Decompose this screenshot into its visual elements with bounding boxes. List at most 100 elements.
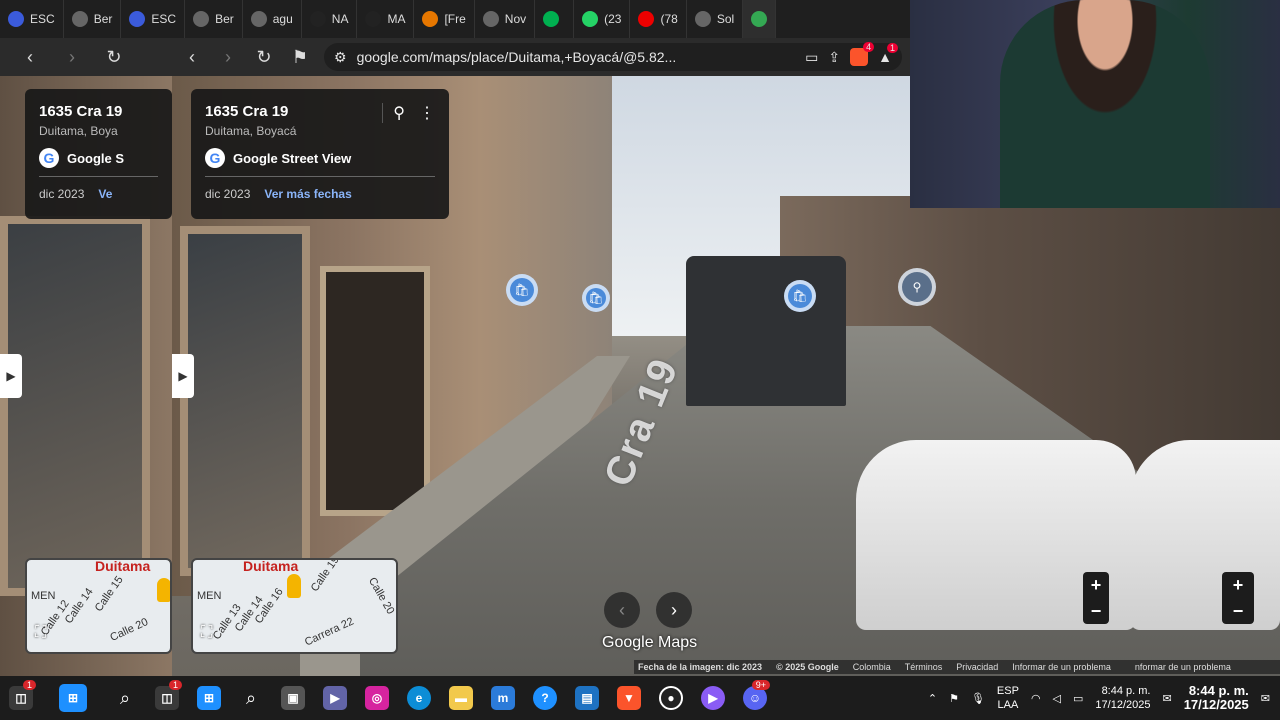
country-link[interactable]: Colombia — [853, 662, 891, 672]
tab-label: ESC — [151, 12, 177, 26]
zoom-in-button[interactable]: + — [1091, 575, 1102, 596]
notification-app-icon[interactable]: ◫ 1 — [0, 676, 42, 720]
more-dates-link[interactable]: Ve — [98, 187, 112, 201]
clock[interactable]: 8:44 p. m. 17/12/2025 — [1095, 684, 1150, 712]
discord-icon[interactable]: ☺ 9+ — [734, 676, 776, 720]
reload-button[interactable]: ↻ — [252, 45, 276, 69]
help-icon[interactable]: ? — [524, 676, 566, 720]
clock-duplicate[interactable]: 8:44 p. m. 17/12/2025 — [1184, 684, 1249, 712]
instagram-icon[interactable]: ◎ — [356, 676, 398, 720]
url-text: google.com/maps/place/Duitama,+Boyacá/@5… — [356, 49, 677, 65]
more-options-icon[interactable]: ⋮ — [419, 103, 435, 123]
collapse-panel-arrow-icon[interactable]: ▶ — [0, 354, 22, 398]
browser-tab[interactable]: [Fre — [414, 0, 475, 38]
tab-label: ESC — [30, 12, 55, 26]
media-player-icon[interactable]: ▶ — [692, 676, 734, 720]
webcam-person — [1000, 0, 1210, 208]
browser-tab[interactable]: ESC — [0, 0, 64, 38]
start-button-icon[interactable]: ⊞ — [42, 676, 104, 720]
browser-tab[interactable]: NA — [302, 0, 358, 38]
site-settings-icon[interactable]: ⚙ — [334, 49, 347, 66]
back-button[interactable]: ‹ — [180, 45, 204, 69]
pegman-icon[interactable] — [157, 578, 170, 602]
search-icon[interactable]: ⌕ — [230, 676, 272, 720]
shopping-marker-icon[interactable]: 🛍 — [506, 274, 538, 306]
brave-shields-icon[interactable]: 4 — [850, 42, 875, 66]
tab-label: agu — [272, 12, 293, 26]
tab-favicon-icon — [582, 11, 599, 27]
browser-tab[interactable] — [535, 0, 575, 38]
browser-tab[interactable]: Ber — [185, 0, 243, 38]
tab-label: Sol — [716, 12, 735, 26]
search-icon[interactable]: ⌕ — [104, 676, 146, 720]
browser-tab[interactable]: Sol — [687, 0, 744, 38]
shopping-marker-icon[interactable]: 🛍 — [582, 284, 610, 312]
terms-link[interactable]: Términos — [905, 662, 943, 672]
windows-start-icon[interactable]: ⊞ — [188, 676, 230, 720]
bookmark-icon[interactable]: ⚑ — [288, 45, 312, 69]
reload-icon[interactable]: ↻ — [102, 45, 126, 69]
place-title: 1635 Cra 19 — [39, 103, 123, 120]
report-problem-link[interactable]: Informar de un problema — [1012, 662, 1111, 672]
edge-icon[interactable]: e — [398, 676, 440, 720]
active-tab-maps[interactable] — [743, 0, 777, 38]
place-card: 1635 Cra 19 Duitama, Boyacá G Google Stre… — [191, 89, 449, 219]
microphone-icon[interactable]: 🎙 — [971, 692, 985, 705]
cast-icon[interactable]: ▭ — [805, 49, 818, 66]
notifications-icon[interactable]: ✉ — [1261, 692, 1270, 705]
address-bar[interactable]: ⚙ google.com/maps/place/Duitama,+Boyacá/… — [324, 42, 902, 71]
previous-photo-button[interactable]: ‹ — [604, 592, 640, 628]
zoom-control-duplicate: + − — [1222, 572, 1254, 624]
file-explorer-icon[interactable]: ▬ — [440, 676, 482, 720]
capture-date: dic 2023 — [39, 187, 85, 201]
brave-browser-icon[interactable]: ▼ — [608, 676, 650, 720]
browser-tab[interactable]: ESC — [121, 0, 186, 38]
tab-label: (23 — [604, 12, 622, 26]
forward-icon[interactable]: › — [60, 45, 84, 69]
teams-icon[interactable]: ▶ — [314, 676, 356, 720]
location-pin-marker-icon[interactable]: ⚲ — [898, 268, 936, 306]
collapse-panel-arrow-icon[interactable]: ▶ — [172, 354, 194, 398]
zoom-out-button[interactable]: − — [1233, 601, 1244, 622]
browser-tab[interactable]: Ber — [64, 0, 122, 38]
expand-icon[interactable]: ⛶ — [201, 624, 221, 644]
notifications-icon[interactable]: ✉ — [1162, 692, 1171, 705]
more-dates-link[interactable]: Ver más fechas — [264, 187, 351, 201]
location-pin-icon[interactable]: ⚲ — [393, 103, 405, 123]
back-icon[interactable]: ‹ — [18, 45, 42, 69]
battery-icon[interactable]: ▭ — [1073, 692, 1083, 705]
volume-icon[interactable]: ◁ — [1053, 692, 1061, 705]
next-photo-button[interactable]: › — [656, 592, 692, 628]
network-app-icon[interactable]: ⚑ — [949, 692, 959, 705]
browser-tab[interactable]: Nov — [475, 0, 536, 38]
brave-rewards-icon[interactable]: ▲ 1 — [878, 43, 898, 65]
browser-tab[interactable]: (23 — [574, 0, 631, 38]
obs-icon[interactable]: ● — [650, 676, 692, 720]
expand-icon[interactable]: ⛶ — [35, 624, 55, 644]
tab-label: NA — [331, 12, 349, 26]
notification-app-icon[interactable]: ◫ 1 — [146, 676, 188, 720]
shopping-marker-icon[interactable]: 🛍 — [784, 280, 816, 312]
task-view-icon[interactable]: ▣ — [272, 676, 314, 720]
app-icon[interactable]: m — [482, 676, 524, 720]
chevron-up-icon[interactable]: ⌃ — [928, 692, 937, 705]
pegman-icon[interactable] — [287, 574, 301, 598]
privacy-link[interactable]: Privacidad — [956, 662, 998, 672]
wifi-icon[interactable]: ◠ — [1031, 692, 1041, 705]
notes-icon[interactable]: ▤ — [566, 676, 608, 720]
zoom-in-button[interactable]: + — [1233, 575, 1244, 596]
street-view-source: G Google Street View — [205, 148, 435, 168]
forward-button[interactable]: › — [216, 45, 240, 69]
zoom-out-button[interactable]: − — [1091, 601, 1102, 622]
divider — [39, 176, 158, 177]
browser-tab[interactable]: MA — [357, 0, 415, 38]
browser-tab[interactable]: (78 — [630, 0, 687, 38]
minimap[interactable]: Duitama MEN Calle 16 Calle 14 Calle 13 C… — [191, 558, 398, 654]
duplicate-nav-bar: ‹ › ↻ — [0, 38, 172, 76]
language-indicator[interactable]: ESP LAA — [997, 684, 1019, 712]
share-icon[interactable]: ⇪ — [828, 49, 840, 66]
report-problem-link-duplicate[interactable]: nformar de un problema — [1135, 662, 1231, 672]
tab-label: Ber — [93, 12, 113, 26]
minimap-duplicate[interactable]: Duitama MEN Calle 15 Calle 14 Calle 12 C… — [25, 558, 172, 654]
browser-tab[interactable]: agu — [243, 0, 302, 38]
